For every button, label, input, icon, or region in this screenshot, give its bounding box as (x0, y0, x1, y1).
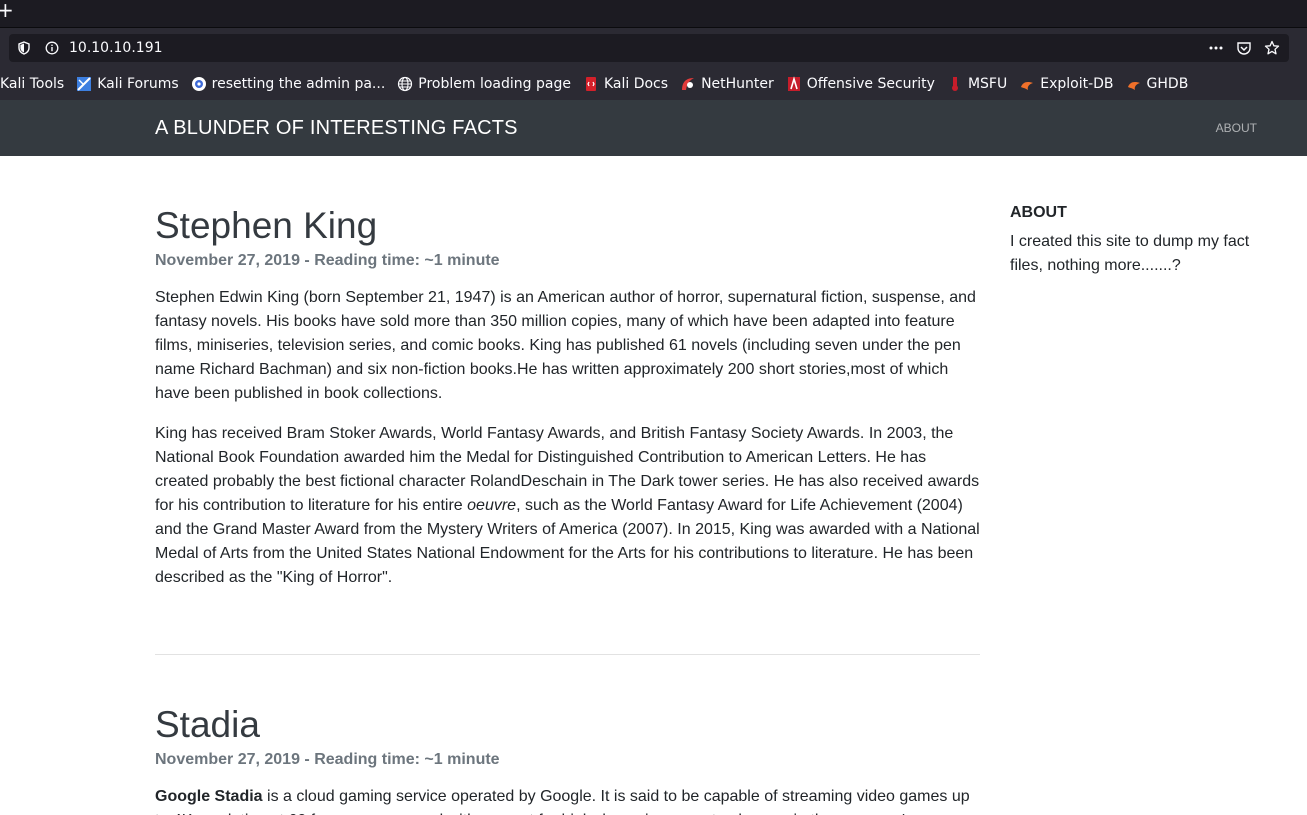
bookmark-label: Problem loading page (418, 76, 571, 92)
globe-icon (191, 76, 207, 92)
kali-forums-icon (76, 76, 92, 92)
post-paragraph: Stephen Edwin King (born September 21, 1… (155, 289, 976, 402)
tracking-shield-icon[interactable] (16, 40, 32, 56)
url-bar[interactable]: 10.10.10.191 (9, 34, 1289, 62)
bookmark-resetting-admin[interactable]: resetting the admin pa... (191, 76, 386, 92)
globe-icon (397, 76, 413, 92)
sidebar: ABOUT I created this site to dump my fac… (1010, 200, 1280, 278)
bookmark-offensive-security[interactable]: Offensive Security (786, 76, 935, 92)
ghdb-icon (1126, 76, 1142, 92)
strong-text: Google Stadia (155, 788, 263, 805)
bookmark-label: Kali Docs (603, 76, 669, 92)
post-divider (155, 654, 980, 655)
site-header: A BLUNDER OF INTERESTING FACTS ABOUT (0, 100, 1307, 156)
post-body: Google Stadia is a cloud gaming service … (155, 785, 980, 815)
navigation-toolbar: 10.10.10.191 (0, 28, 1307, 68)
bookmark-kali-docs[interactable]: Kali Docs (583, 76, 668, 92)
page-actions-icon[interactable] (1208, 40, 1224, 56)
site-brand-link[interactable]: A BLUNDER OF INTERESTING FACTS (155, 100, 518, 156)
post-stephen-king: Stephen King November 27, 2019 - Reading… (155, 204, 980, 590)
post-paragraph: King has received Bram Stoker Awards, Wo… (155, 422, 980, 590)
bookmark-problem-loading[interactable]: Problem loading page (397, 76, 571, 92)
bookmark-star-icon[interactable] (1264, 40, 1280, 56)
nethunter-icon (680, 76, 696, 92)
post-meta: November 27, 2019 - Reading time: ~1 min… (155, 751, 500, 768)
paragraph-text: is a cloud gaming service operated by Go… (155, 788, 970, 815)
bookmark-label: NetHunter (701, 76, 774, 92)
bookmark-ghdb[interactable]: GHDB (1126, 76, 1189, 92)
pocket-icon[interactable] (1236, 40, 1252, 56)
bookmark-kali-tools[interactable]: Kali Tools (0, 76, 64, 92)
bookmark-label: Offensive Security (806, 76, 935, 92)
site-info-icon[interactable] (44, 40, 60, 56)
post-meta: November 27, 2019 - Reading time: ~1 min… (155, 252, 500, 269)
nav-about-link[interactable]: ABOUT (1216, 100, 1257, 156)
bookmark-label: resetting the admin pa... (211, 76, 386, 92)
post-title[interactable]: Stadia (155, 703, 980, 747)
bookmark-kali-forums[interactable]: Kali Forums (76, 76, 179, 92)
bookmark-label: Kali Forums (97, 76, 179, 92)
offsec-icon (786, 76, 802, 92)
post-paragraph: Google Stadia is a cloud gaming service … (155, 785, 980, 815)
bookmark-label: MSFU (967, 76, 1008, 92)
bookmark-label: Kali Tools (0, 76, 65, 92)
sidebar-text: I created this site to dump my fact file… (1010, 233, 1250, 274)
bookmark-label: GHDB (1146, 76, 1189, 92)
bookmark-label: Exploit-DB (1040, 76, 1114, 92)
kali-docs-icon (583, 76, 599, 92)
bookmark-exploit-db[interactable]: Exploit-DB (1019, 76, 1114, 92)
bookmark-msfu[interactable]: MSFU (947, 76, 1007, 92)
bookmark-nethunter[interactable]: NetHunter (680, 76, 774, 92)
post-stadia: Stadia November 27, 2019 - Reading time:… (155, 703, 980, 815)
tab-strip: + (0, 0, 1307, 28)
bookmarks-toolbar: Kali Tools Kali Forums resetting the adm… (0, 68, 1307, 100)
emphasis-text: oeuvre (467, 497, 517, 514)
exploit-db-icon (1019, 76, 1035, 92)
post-title[interactable]: Stephen King (155, 204, 980, 248)
sidebar-title: ABOUT (1010, 204, 1067, 221)
main-content: Stephen King November 27, 2019 - Reading… (155, 156, 980, 815)
msfu-icon (947, 76, 963, 92)
new-tab-button[interactable]: + (0, 0, 14, 20)
post-body: Stephen Edwin King (born September 21, 1… (155, 286, 980, 590)
url-text[interactable]: 10.10.10.191 (69, 34, 163, 62)
